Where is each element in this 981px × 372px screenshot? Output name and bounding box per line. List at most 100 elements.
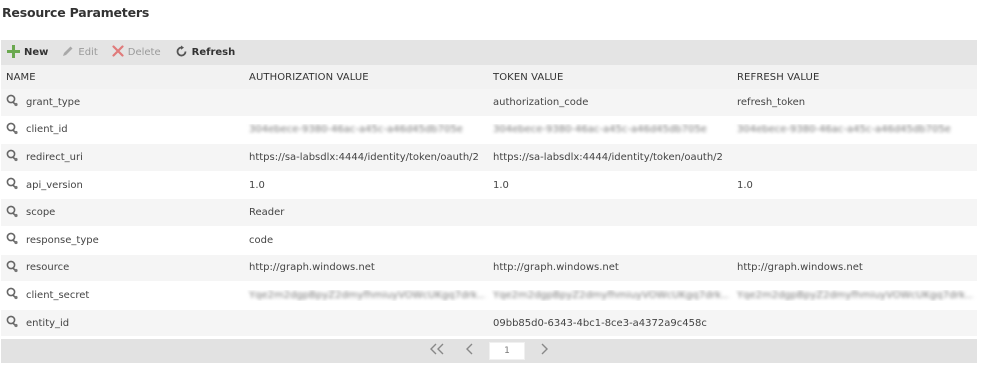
parameter-name: client_id bbox=[26, 124, 68, 136]
double-chevron-left-icon bbox=[429, 343, 445, 359]
parameter-name: api_version bbox=[26, 179, 83, 191]
cell-refresh-value: Yqe2m2dgpBpyZ2dmyfhmiuyVOWcUKgq7drk... bbox=[733, 290, 977, 301]
parameter-name: response_type bbox=[26, 234, 99, 246]
table-row[interactable]: grant_type authorization_code refresh_toke… bbox=[1, 89, 977, 117]
cell-token-value: 09bb85d0-6343-4bc1-8ce3-a4372a9c458c bbox=[489, 318, 733, 329]
table-row[interactable]: resource http://graph.windows.net http://g… bbox=[1, 254, 977, 283]
edit-button-label: Edit bbox=[78, 47, 98, 58]
parameter-name: resource bbox=[26, 262, 70, 274]
cell-text: code bbox=[249, 234, 274, 246]
cell-authorization-value: 1.0 bbox=[245, 180, 489, 191]
parameter-key-icon bbox=[6, 177, 19, 193]
cell-name: redirect_uri bbox=[1, 149, 245, 165]
cell-text: https://sa-labsdlx:4444/identity/token/o… bbox=[249, 151, 479, 163]
parameter-key-icon bbox=[6, 94, 19, 110]
chevron-left-icon bbox=[465, 343, 475, 359]
cell-text: 304ebece-9380-46ac-a45c-a46d45db705e bbox=[737, 124, 951, 136]
cell-name: resource bbox=[1, 260, 245, 276]
cell-token-value: 1.0 bbox=[489, 180, 733, 191]
table-row[interactable]: client_secret Yqe2m2dgpBpyZ2dmyfhmiuyVOWc… bbox=[1, 282, 977, 310]
cell-refresh-value: 304ebece-9380-46ac-a45c-a46d45db705e bbox=[733, 124, 977, 135]
table-row[interactable]: scope Reader bbox=[1, 199, 977, 227]
cell-name: grant_type bbox=[1, 94, 245, 110]
parameter-key-icon bbox=[6, 205, 19, 221]
cell-text: http://graph.windows.net bbox=[493, 262, 619, 274]
parameter-key-icon bbox=[6, 287, 19, 303]
next-page-button[interactable] bbox=[539, 343, 549, 359]
cell-text: http://graph.windows.net bbox=[737, 262, 863, 274]
table-row[interactable]: api_version 1.0 1.0 1.0 bbox=[1, 172, 977, 200]
cell-token-value: authorization_code bbox=[489, 97, 733, 108]
cell-text: 1.0 bbox=[737, 179, 753, 191]
cell-token-value: http://graph.windows.net bbox=[489, 262, 733, 273]
cell-text: Yqe2m2dgpBpyZ2dmyfhmiuyVOWcUKgq7drk... bbox=[737, 289, 973, 301]
cell-name: client_secret bbox=[1, 287, 245, 303]
column-header-token-value[interactable]: TOKEN VALUE bbox=[489, 72, 733, 83]
parameter-name: grant_type bbox=[26, 96, 81, 108]
cell-name: entity_id bbox=[1, 315, 245, 331]
grid-header: NAME AUTHORIZATION VALUE TOKEN VALUE REF… bbox=[1, 65, 977, 89]
cell-name: api_version bbox=[1, 177, 245, 193]
column-header-refresh-value[interactable]: REFRESH VALUE bbox=[733, 72, 977, 83]
first-page-button[interactable] bbox=[429, 343, 445, 359]
cell-text: http://graph.windows.net bbox=[249, 262, 375, 274]
chevron-right-icon bbox=[539, 343, 549, 359]
cell-authorization-value: Reader bbox=[245, 207, 489, 218]
cell-text: 304ebece-9380-46ac-a45c-a46d45db705e bbox=[249, 124, 463, 136]
page-title: Resource Parameters bbox=[2, 5, 150, 20]
cell-authorization-value: code bbox=[245, 235, 489, 246]
cell-text: 1.0 bbox=[493, 179, 509, 191]
parameter-key-icon bbox=[6, 149, 19, 165]
refresh-button[interactable]: Refresh bbox=[175, 45, 236, 61]
x-icon bbox=[112, 45, 124, 60]
cell-text: https://sa-labsdlx:4444/identity/token/o… bbox=[493, 151, 723, 163]
delete-button[interactable]: Delete bbox=[112, 45, 161, 60]
table-row[interactable]: response_type code bbox=[1, 227, 977, 255]
cell-text: 09bb85d0-6343-4bc1-8ce3-a4372a9c458c bbox=[493, 317, 707, 329]
cell-refresh-value: http://graph.windows.net bbox=[733, 262, 977, 273]
refresh-icon bbox=[175, 45, 188, 61]
cell-token-value: 304ebece-9380-46ac-a45c-a46d45db705e bbox=[489, 124, 733, 135]
cell-name: scope bbox=[1, 205, 245, 221]
cell-authorization-value: https://sa-labsdlx:4444/identity/token/o… bbox=[245, 152, 489, 163]
cell-authorization-value: 304ebece-9380-46ac-a45c-a46d45db705e bbox=[245, 124, 489, 135]
cell-token-value: Yqe2m2dgpBpyZ2dmyfhmiuyVOWcUKgq7drk... bbox=[489, 290, 733, 301]
toolbar: New Edit Delete Refresh bbox=[1, 40, 977, 65]
parameter-name: client_secret bbox=[26, 289, 90, 301]
parameter-key-icon bbox=[6, 315, 19, 331]
column-header-authorization-value[interactable]: AUTHORIZATION VALUE bbox=[245, 72, 489, 83]
plus-icon bbox=[7, 44, 20, 61]
cell-refresh-value: 1.0 bbox=[733, 180, 977, 191]
resource-parameters-grid: New Edit Delete Refresh NAME AUTHORIZATI… bbox=[1, 40, 977, 363]
grid-body: grant_type authorization_code refresh_toke… bbox=[1, 89, 977, 338]
cell-name: response_type bbox=[1, 232, 245, 248]
cell-text: Reader bbox=[249, 207, 285, 219]
cell-text: authorization_code bbox=[493, 96, 589, 108]
cell-text: Yqe2m2dgpBpyZ2dmyfhmiuyVOWcUKgq7drk... bbox=[249, 289, 485, 301]
table-row[interactable]: redirect_uri https://sa-labsdlx:4444/iden… bbox=[1, 144, 977, 172]
cell-token-value: https://sa-labsdlx:4444/identity/token/o… bbox=[489, 152, 733, 163]
table-row[interactable]: client_id 304ebece-9380-46ac-a45c-a46d45d… bbox=[1, 117, 977, 145]
parameter-name: redirect_uri bbox=[26, 151, 83, 163]
pencil-icon bbox=[62, 45, 74, 60]
page-number-input[interactable]: 1 bbox=[489, 342, 525, 360]
table-row[interactable]: entity_id 09bb85d0-6343-4bc1-8ce3-a4372a9… bbox=[1, 309, 977, 338]
cell-text: 304ebece-9380-46ac-a45c-a46d45db705e bbox=[493, 124, 707, 136]
parameter-key-icon bbox=[6, 122, 19, 138]
cell-authorization-value: http://graph.windows.net bbox=[245, 262, 489, 273]
delete-button-label: Delete bbox=[127, 47, 161, 58]
cell-text: 1.0 bbox=[249, 179, 265, 191]
new-button-label: New bbox=[24, 47, 49, 58]
previous-page-button[interactable] bbox=[465, 343, 475, 359]
pager: 1 bbox=[1, 339, 977, 363]
parameter-key-icon bbox=[6, 260, 19, 276]
new-button[interactable]: New bbox=[7, 44, 49, 61]
parameter-key-icon bbox=[6, 232, 19, 248]
cell-text: refresh_token bbox=[737, 96, 806, 108]
cell-authorization-value: Yqe2m2dgpBpyZ2dmyfhmiuyVOWcUKgq7drk... bbox=[245, 290, 489, 301]
column-header-name[interactable]: NAME bbox=[1, 72, 245, 83]
refresh-button-label: Refresh bbox=[191, 47, 236, 58]
parameter-name: entity_id bbox=[26, 317, 70, 329]
cell-text: Yqe2m2dgpBpyZ2dmyfhmiuyVOWcUKgq7drk... bbox=[493, 289, 729, 301]
edit-button[interactable]: Edit bbox=[62, 45, 98, 60]
